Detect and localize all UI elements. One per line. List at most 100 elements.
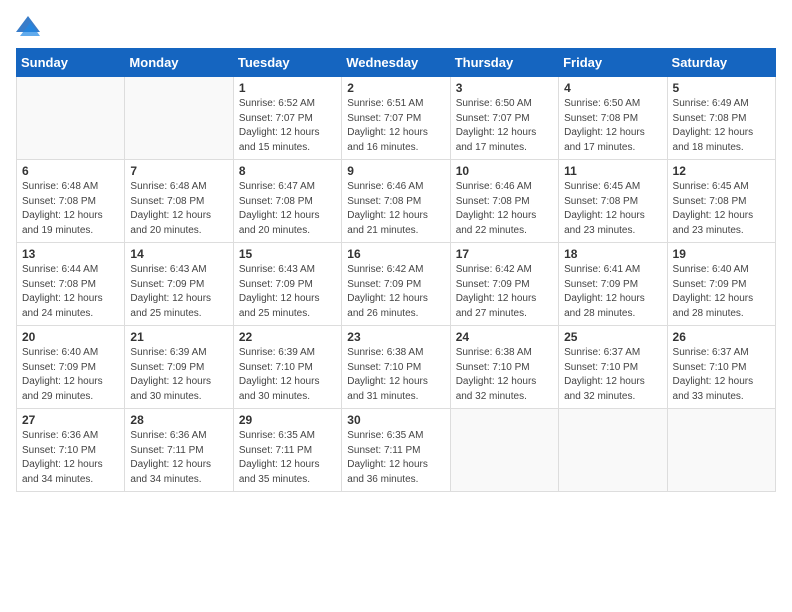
day-info: Sunrise: 6:49 AM Sunset: 7:08 PM Dayligh…	[673, 97, 770, 155]
calendar-cell: 28 Sunrise: 6:36 AM Sunset: 7:11 PM Dayli…	[125, 409, 233, 492]
day-number: 16	[347, 247, 444, 261]
day-number: 9	[347, 164, 444, 178]
day-info: Sunrise: 6:37 AM Sunset: 7:10 PM Dayligh…	[564, 346, 661, 404]
calendar-cell: 25 Sunrise: 6:37 AM Sunset: 7:10 PM Dayli…	[559, 326, 667, 409]
day-info: Sunrise: 6:43 AM Sunset: 7:09 PM Dayligh…	[239, 263, 336, 321]
calendar-week-row: 1 Sunrise: 6:52 AM Sunset: 7:07 PM Daylig…	[17, 77, 776, 160]
day-number: 4	[564, 81, 661, 95]
day-info: Sunrise: 6:35 AM Sunset: 7:11 PM Dayligh…	[239, 429, 336, 487]
day-info: Sunrise: 6:39 AM Sunset: 7:10 PM Dayligh…	[239, 346, 336, 404]
calendar-cell	[17, 77, 125, 160]
day-number: 5	[673, 81, 770, 95]
calendar-cell: 18 Sunrise: 6:41 AM Sunset: 7:09 PM Dayli…	[559, 243, 667, 326]
calendar-cell: 8Sunrise: 6:47 AM Sunset: 7:08 PM Daylig…	[233, 160, 341, 243]
day-number: 20	[22, 330, 119, 344]
day-number: 13	[22, 247, 119, 261]
day-number: 28	[130, 413, 227, 427]
day-number: 27	[22, 413, 119, 427]
calendar-cell: 26 Sunrise: 6:37 AM Sunset: 7:10 PM Dayli…	[667, 326, 775, 409]
day-info: Sunrise: 6:46 AM Sunset: 7:08 PM Dayligh…	[347, 180, 444, 238]
day-number: 14	[130, 247, 227, 261]
calendar-cell	[667, 409, 775, 492]
day-number: 1	[239, 81, 336, 95]
calendar-cell: 1 Sunrise: 6:52 AM Sunset: 7:07 PM Daylig…	[233, 77, 341, 160]
day-info: Sunrise: 6:48 AM Sunset: 7:08 PM Dayligh…	[22, 180, 119, 238]
weekday-header-cell: Sunday	[17, 49, 125, 77]
calendar-cell: 20 Sunrise: 6:40 AM Sunset: 7:09 PM Dayli…	[17, 326, 125, 409]
day-info: Sunrise: 6:40 AM Sunset: 7:09 PM Dayligh…	[673, 263, 770, 321]
calendar-week-row: 13 Sunrise: 6:44 AM Sunset: 7:08 PM Dayli…	[17, 243, 776, 326]
weekday-header-cell: Monday	[125, 49, 233, 77]
calendar-cell: 10 Sunrise: 6:46 AM Sunset: 7:08 PM Dayli…	[450, 160, 558, 243]
calendar: SundayMondayTuesdayWednesdayThursdayFrid…	[16, 48, 776, 492]
day-info: Sunrise: 6:35 AM Sunset: 7:11 PM Dayligh…	[347, 429, 444, 487]
day-info: Sunrise: 6:38 AM Sunset: 7:10 PM Dayligh…	[347, 346, 444, 404]
calendar-cell: 22Sunrise: 6:39 AM Sunset: 7:10 PM Dayli…	[233, 326, 341, 409]
day-number: 17	[456, 247, 553, 261]
day-info: Sunrise: 6:46 AM Sunset: 7:08 PM Dayligh…	[456, 180, 553, 238]
day-number: 2	[347, 81, 444, 95]
day-info: Sunrise: 6:41 AM Sunset: 7:09 PM Dayligh…	[564, 263, 661, 321]
day-info: Sunrise: 6:38 AM Sunset: 7:10 PM Dayligh…	[456, 346, 553, 404]
weekday-header-row: SundayMondayTuesdayWednesdayThursdayFrid…	[17, 49, 776, 77]
day-info: Sunrise: 6:44 AM Sunset: 7:08 PM Dayligh…	[22, 263, 119, 321]
weekday-header-cell: Thursday	[450, 49, 558, 77]
weekday-header-cell: Friday	[559, 49, 667, 77]
calendar-cell: 21 Sunrise: 6:39 AM Sunset: 7:09 PM Dayli…	[125, 326, 233, 409]
day-number: 12	[673, 164, 770, 178]
day-number: 6	[22, 164, 119, 178]
day-number: 21	[130, 330, 227, 344]
calendar-cell: 4 Sunrise: 6:50 AM Sunset: 7:08 PM Daylig…	[559, 77, 667, 160]
day-info: Sunrise: 6:42 AM Sunset: 7:09 PM Dayligh…	[456, 263, 553, 321]
day-info: Sunrise: 6:45 AM Sunset: 7:08 PM Dayligh…	[564, 180, 661, 238]
calendar-week-row: 6 Sunrise: 6:48 AM Sunset: 7:08 PM Daylig…	[17, 160, 776, 243]
calendar-cell: 17 Sunrise: 6:42 AM Sunset: 7:09 PM Dayli…	[450, 243, 558, 326]
day-info: Sunrise: 6:52 AM Sunset: 7:07 PM Dayligh…	[239, 97, 336, 155]
day-info: Sunrise: 6:39 AM Sunset: 7:09 PM Dayligh…	[130, 346, 227, 404]
day-number: 30	[347, 413, 444, 427]
day-info: Sunrise: 6:50 AM Sunset: 7:08 PM Dayligh…	[564, 97, 661, 155]
day-info: Sunrise: 6:40 AM Sunset: 7:09 PM Dayligh…	[22, 346, 119, 404]
day-number: 10	[456, 164, 553, 178]
calendar-cell: 14 Sunrise: 6:43 AM Sunset: 7:09 PM Dayli…	[125, 243, 233, 326]
calendar-cell	[559, 409, 667, 492]
day-info: Sunrise: 6:43 AM Sunset: 7:09 PM Dayligh…	[130, 263, 227, 321]
header	[16, 16, 776, 36]
calendar-week-row: 20 Sunrise: 6:40 AM Sunset: 7:09 PM Dayli…	[17, 326, 776, 409]
day-info: Sunrise: 6:42 AM Sunset: 7:09 PM Dayligh…	[347, 263, 444, 321]
calendar-cell: 30 Sunrise: 6:35 AM Sunset: 7:11 PM Dayli…	[342, 409, 450, 492]
day-number: 25	[564, 330, 661, 344]
calendar-body: 1 Sunrise: 6:52 AM Sunset: 7:07 PM Daylig…	[17, 77, 776, 492]
calendar-cell: 3Sunrise: 6:50 AM Sunset: 7:07 PM Daylig…	[450, 77, 558, 160]
day-number: 15	[239, 247, 336, 261]
day-number: 18	[564, 247, 661, 261]
calendar-cell: 12 Sunrise: 6:45 AM Sunset: 7:08 PM Dayli…	[667, 160, 775, 243]
calendar-cell: 11 Sunrise: 6:45 AM Sunset: 7:08 PM Dayli…	[559, 160, 667, 243]
day-info: Sunrise: 6:51 AM Sunset: 7:07 PM Dayligh…	[347, 97, 444, 155]
calendar-cell: 23 Sunrise: 6:38 AM Sunset: 7:10 PM Dayli…	[342, 326, 450, 409]
day-number: 29	[239, 413, 336, 427]
calendar-cell: 27Sunrise: 6:36 AM Sunset: 7:10 PM Dayli…	[17, 409, 125, 492]
day-info: Sunrise: 6:45 AM Sunset: 7:08 PM Dayligh…	[673, 180, 770, 238]
calendar-cell: 19Sunrise: 6:40 AM Sunset: 7:09 PM Dayli…	[667, 243, 775, 326]
day-number: 7	[130, 164, 227, 178]
day-number: 23	[347, 330, 444, 344]
logo	[16, 16, 44, 36]
calendar-cell: 2 Sunrise: 6:51 AM Sunset: 7:07 PM Daylig…	[342, 77, 450, 160]
calendar-cell: 6 Sunrise: 6:48 AM Sunset: 7:08 PM Daylig…	[17, 160, 125, 243]
weekday-header-cell: Wednesday	[342, 49, 450, 77]
calendar-week-row: 27Sunrise: 6:36 AM Sunset: 7:10 PM Dayli…	[17, 409, 776, 492]
day-info: Sunrise: 6:47 AM Sunset: 7:08 PM Dayligh…	[239, 180, 336, 238]
day-info: Sunrise: 6:36 AM Sunset: 7:11 PM Dayligh…	[130, 429, 227, 487]
day-info: Sunrise: 6:48 AM Sunset: 7:08 PM Dayligh…	[130, 180, 227, 238]
day-number: 26	[673, 330, 770, 344]
calendar-cell: 7 Sunrise: 6:48 AM Sunset: 7:08 PM Daylig…	[125, 160, 233, 243]
day-number: 11	[564, 164, 661, 178]
weekday-header-cell: Saturday	[667, 49, 775, 77]
calendar-cell: 13 Sunrise: 6:44 AM Sunset: 7:08 PM Dayli…	[17, 243, 125, 326]
logo-icon	[16, 16, 40, 36]
calendar-cell	[450, 409, 558, 492]
calendar-cell	[125, 77, 233, 160]
day-info: Sunrise: 6:37 AM Sunset: 7:10 PM Dayligh…	[673, 346, 770, 404]
calendar-cell: 29 Sunrise: 6:35 AM Sunset: 7:11 PM Dayli…	[233, 409, 341, 492]
